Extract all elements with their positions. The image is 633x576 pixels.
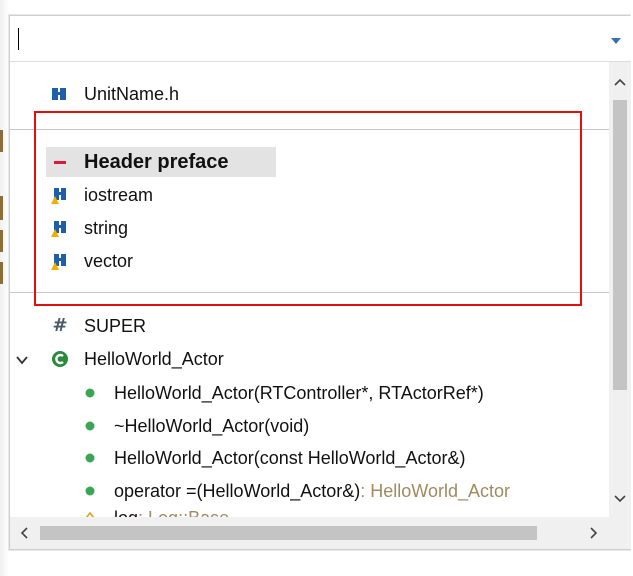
include-icon	[51, 254, 66, 270]
minus-icon	[54, 161, 66, 164]
horizontal-scrollbar[interactable]	[10, 517, 609, 549]
tree-item-macro[interactable]: # SUPER	[10, 310, 609, 342]
tree-item-class[interactable]: HelloWorld_Actor	[10, 343, 609, 375]
editor-marker	[0, 262, 3, 284]
public-method-icon	[85, 388, 95, 398]
outline-popup-screen: UnitName.h Header preface iostream strin…	[0, 0, 633, 576]
tree-item-label: iostream	[84, 184, 154, 205]
editor-marker	[0, 196, 3, 220]
tree-item-label: HelloWorld_Actor(const HelloWorld_Actor&…	[114, 447, 466, 468]
tree-item-label: ~HelloWorld_Actor(void)	[114, 415, 310, 436]
filter-bar	[10, 16, 631, 62]
separator	[10, 292, 609, 293]
editor-background-strip	[0, 0, 9, 576]
tree-item-type: : Log::Base	[138, 508, 229, 518]
editor-marker	[0, 130, 3, 152]
horizontal-scroll-thumb[interactable]	[40, 526, 537, 540]
tree-item-label: Header preface	[84, 150, 229, 173]
outline-tree: UnitName.h Header preface iostream strin…	[10, 62, 609, 517]
separator	[10, 129, 609, 130]
tree-item-field[interactable]: log : Log::Base	[10, 502, 609, 517]
tree-item-label: SUPER	[84, 315, 147, 336]
class-icon	[52, 351, 68, 367]
tree-item-label: vector	[84, 250, 134, 271]
tree-item-label: UnitName.h	[84, 83, 180, 104]
public-method-icon	[85, 486, 95, 496]
tree-item-label: HelloWorld_Actor	[84, 348, 224, 369]
quick-outline-popup: UnitName.h Header preface iostream strin…	[9, 15, 631, 550]
scroll-right-icon[interactable]	[582, 522, 604, 544]
tree-item-method[interactable]: HelloWorld_Actor(RTController*, RTActorR…	[10, 377, 609, 409]
header-file-icon	[52, 88, 66, 100]
include-icon	[51, 221, 66, 237]
tree-item-file[interactable]: UnitName.h	[10, 78, 609, 110]
tree-item-label: HelloWorld_Actor(RTController*, RTActorR…	[114, 382, 484, 403]
scrollbar-corner	[609, 517, 631, 549]
tree-item-label: operator =(HelloWorld_Actor&)	[114, 480, 361, 501]
tree-item-header-preface[interactable]: Header preface	[10, 146, 609, 178]
include-icon	[51, 188, 66, 204]
tree-item-label: log	[114, 508, 138, 518]
macro-icon: #	[52, 315, 68, 336]
scroll-left-icon[interactable]	[14, 522, 36, 544]
tree-item-include[interactable]: vector	[10, 245, 609, 277]
view-menu-icon[interactable]	[605, 29, 627, 51]
tree-item-method[interactable]: HelloWorld_Actor(const HelloWorld_Actor&…	[10, 442, 609, 474]
editor-marker	[0, 230, 3, 252]
vertical-scrollbar[interactable]	[609, 62, 631, 517]
vertical-scroll-thumb[interactable]	[613, 100, 627, 390]
scroll-down-icon[interactable]	[609, 487, 631, 509]
field-icon	[85, 511, 95, 517]
filter-input[interactable]	[16, 24, 596, 54]
tree-item-type: : HelloWorld_Actor	[360, 480, 511, 501]
public-method-icon	[85, 453, 95, 463]
scroll-up-icon[interactable]	[609, 72, 631, 94]
tree-item-include[interactable]: string	[10, 212, 609, 244]
tree-item-method[interactable]: ~HelloWorld_Actor(void)	[10, 410, 609, 442]
tree-item-include[interactable]: iostream	[10, 179, 609, 211]
tree-item-label: string	[84, 217, 129, 238]
text-caret	[18, 28, 19, 50]
public-method-icon	[85, 421, 95, 431]
